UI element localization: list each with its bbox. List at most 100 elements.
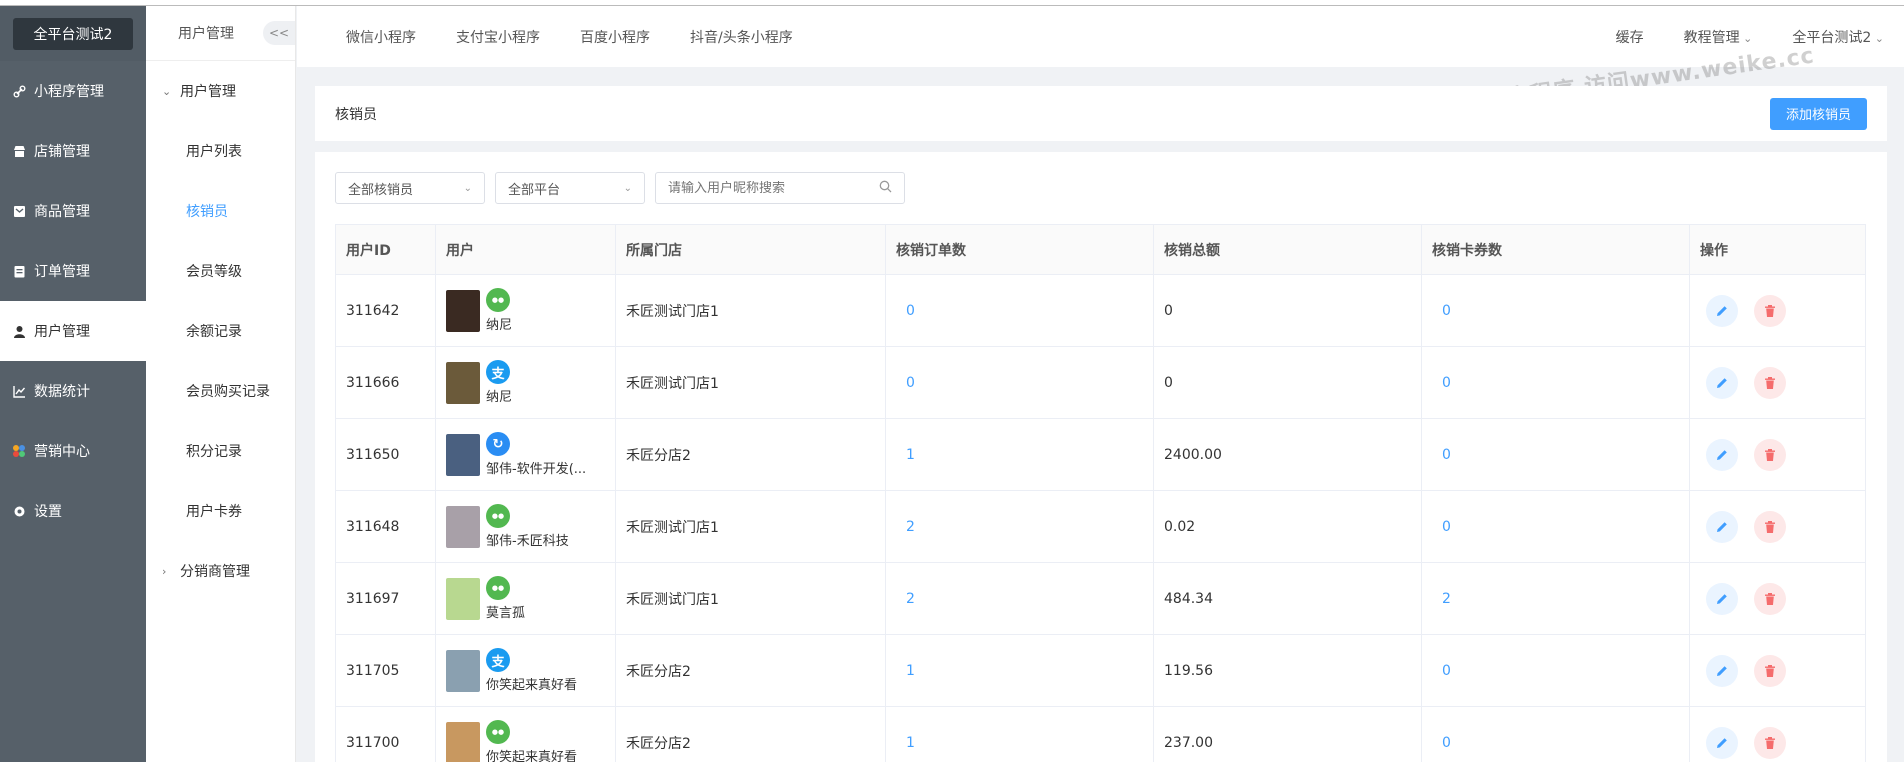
edit-button[interactable] — [1706, 726, 1738, 759]
cell-order-count[interactable]: 2 — [885, 490, 1154, 563]
account-dropdown[interactable]: 全平台测试2 — [1792, 27, 1884, 47]
search-input[interactable] — [668, 180, 868, 196]
wechat-icon: ●● — [486, 576, 510, 600]
cell-card-count[interactable]: 0 — [1421, 274, 1690, 347]
cell-user: ●● 莫言孤 — [435, 562, 616, 635]
table-row: 311705 支 你笑起来真好看 禾匠分店2 1 119.56 0 — [335, 634, 1866, 707]
edit-button[interactable] — [1706, 654, 1738, 687]
verifier-type-select[interactable]: 全部核销员 ⌄ — [335, 172, 485, 204]
column-header-total-amount: 核销总额 — [1153, 224, 1422, 275]
cell-order-count[interactable]: 1 — [885, 634, 1154, 707]
submenu-group-users[interactable]: ⌄ 用户管理 — [146, 61, 295, 121]
sidebar-item-shop[interactable]: 店铺管理 — [0, 121, 146, 181]
delete-button[interactable] — [1754, 366, 1786, 399]
cell-actions — [1689, 346, 1866, 419]
delete-button[interactable] — [1754, 294, 1786, 327]
pencil-icon — [1717, 737, 1727, 748]
edit-button[interactable] — [1706, 510, 1738, 543]
sidebar-item-label: 店铺管理 — [34, 144, 90, 160]
edit-button[interactable] — [1706, 294, 1738, 327]
cell-card-count[interactable]: 0 — [1421, 418, 1690, 491]
delete-button[interactable] — [1754, 654, 1786, 687]
cell-actions — [1689, 706, 1866, 762]
submenu-item-user-coupons[interactable]: 用户卡券 — [146, 481, 295, 541]
pencil-icon — [1717, 665, 1727, 676]
tab-baidu-miniprogram[interactable]: 百度小程序 — [580, 27, 650, 47]
cell-order-count[interactable]: 1 — [885, 418, 1154, 491]
cell-card-count[interactable]: 2 — [1421, 562, 1690, 635]
cell-order-count[interactable]: 0 — [885, 274, 1154, 347]
edit-button[interactable] — [1706, 582, 1738, 615]
delete-button[interactable] — [1754, 510, 1786, 543]
user-info: ↻ 邹伟-软件开发(... — [446, 432, 615, 477]
cache-link[interactable]: 缓存 — [1616, 27, 1644, 47]
submenu-item-verifiers[interactable]: 核销员 — [146, 181, 295, 241]
tutorial-dropdown[interactable]: 教程管理 — [1684, 27, 1753, 47]
platform-select[interactable]: 全部平台 ⌄ — [495, 172, 645, 204]
avatar — [446, 505, 480, 548]
cell-total-amount: 484.34 — [1153, 562, 1422, 635]
cell-card-count[interactable]: 0 — [1421, 706, 1690, 762]
sidebar-item-users[interactable]: 用户管理 — [0, 301, 146, 361]
table-row: 311642 ●● 纳尼 禾匠测试门店1 0 0 0 — [335, 274, 1866, 347]
sidebar-item-goods[interactable]: 商品管理 — [0, 181, 146, 241]
cell-card-count[interactable]: 0 — [1421, 634, 1690, 707]
tab-alipay-miniprogram[interactable]: 支付宝小程序 — [456, 27, 540, 47]
cell-user: ●● 纳尼 — [435, 274, 616, 347]
search-icon[interactable] — [879, 180, 892, 197]
cell-user-id: 311705 — [335, 634, 436, 707]
select-value: 全部核销员 — [348, 182, 414, 198]
user-text: ●● 邹伟-禾匠科技 — [486, 504, 569, 549]
row-actions — [1700, 510, 1865, 543]
delete-button[interactable] — [1754, 438, 1786, 471]
sidebar-item-miniprogram[interactable]: 小程序管理 — [0, 61, 146, 121]
main-sidebar: 全平台测试2 小程序管理 店铺管理 商品管理 订单管理 用户管理 数据统计 营销… — [0, 6, 146, 762]
user-text: 支 纳尼 — [486, 360, 512, 405]
cell-order-count[interactable]: 0 — [885, 346, 1154, 419]
cell-card-count[interactable]: 0 — [1421, 490, 1690, 563]
top-navigation: 微信小程序 支付宝小程序 百度小程序 抖音/头条小程序 缓存 教程管理 全平台测… — [297, 6, 1904, 67]
collapse-button[interactable]: << — [263, 21, 295, 45]
cell-store: 禾匠测试门店1 — [615, 274, 886, 347]
delete-button[interactable] — [1754, 582, 1786, 615]
cell-order-count[interactable]: 1 — [885, 706, 1154, 762]
submenu-item-member-levels[interactable]: 会员等级 — [146, 241, 295, 301]
cell-store: 禾匠分店2 — [615, 418, 886, 491]
sidebar-item-orders[interactable]: 订单管理 — [0, 241, 146, 301]
submenu-item-user-list[interactable]: 用户列表 — [146, 121, 295, 181]
cell-total-amount: 237.00 — [1153, 706, 1422, 762]
secondary-sidebar-header: 用户管理 << — [146, 6, 295, 61]
row-actions — [1700, 582, 1865, 615]
column-header-order-count: 核销订单数 — [885, 224, 1154, 275]
add-verifier-button[interactable]: 添加核销员 — [1769, 97, 1867, 130]
cell-user: 支 你笑起来真好看 — [435, 634, 616, 707]
filter-bar: 全部核销员 ⌄ 全部平台 ⌄ — [335, 172, 1867, 204]
edit-button[interactable] — [1706, 438, 1738, 471]
submenu-group-distributors[interactable]: › 分销商管理 — [146, 541, 295, 601]
trash-icon — [1765, 448, 1775, 461]
row-actions — [1700, 726, 1865, 759]
shop-icon — [12, 144, 26, 158]
delete-button[interactable] — [1754, 726, 1786, 759]
tab-douyin-miniprogram[interactable]: 抖音/头条小程序 — [690, 27, 793, 47]
sidebar-item-label: 小程序管理 — [34, 84, 104, 100]
main-nav: 小程序管理 店铺管理 商品管理 订单管理 用户管理 数据统计 营销中心 设置 — [0, 61, 146, 541]
store-name[interactable]: 全平台测试2 — [13, 17, 133, 50]
tab-wechat-miniprogram[interactable]: 微信小程序 — [346, 27, 416, 47]
pencil-icon — [1717, 521, 1727, 532]
edit-button[interactable] — [1706, 366, 1738, 399]
cell-order-count[interactable]: 2 — [885, 562, 1154, 635]
link-icon — [12, 84, 26, 98]
submenu-item-points-records[interactable]: 积分记录 — [146, 421, 295, 481]
submenu-item-balance-records[interactable]: 余额记录 — [146, 301, 295, 361]
baidu-icon: ↻ — [486, 432, 510, 456]
sidebar-item-label: 用户管理 — [34, 324, 90, 340]
search-box — [655, 172, 905, 204]
cell-store: 禾匠分店2 — [615, 634, 886, 707]
sidebar-item-settings[interactable]: 设置 — [0, 481, 146, 541]
sidebar-item-statistics[interactable]: 数据统计 — [0, 361, 146, 421]
cell-card-count[interactable]: 0 — [1421, 346, 1690, 419]
submenu-item-member-purchases[interactable]: 会员购买记录 — [146, 361, 295, 421]
sidebar-item-marketing[interactable]: 营销中心 — [0, 421, 146, 481]
chevron-down-icon: ⌄ — [463, 182, 472, 194]
